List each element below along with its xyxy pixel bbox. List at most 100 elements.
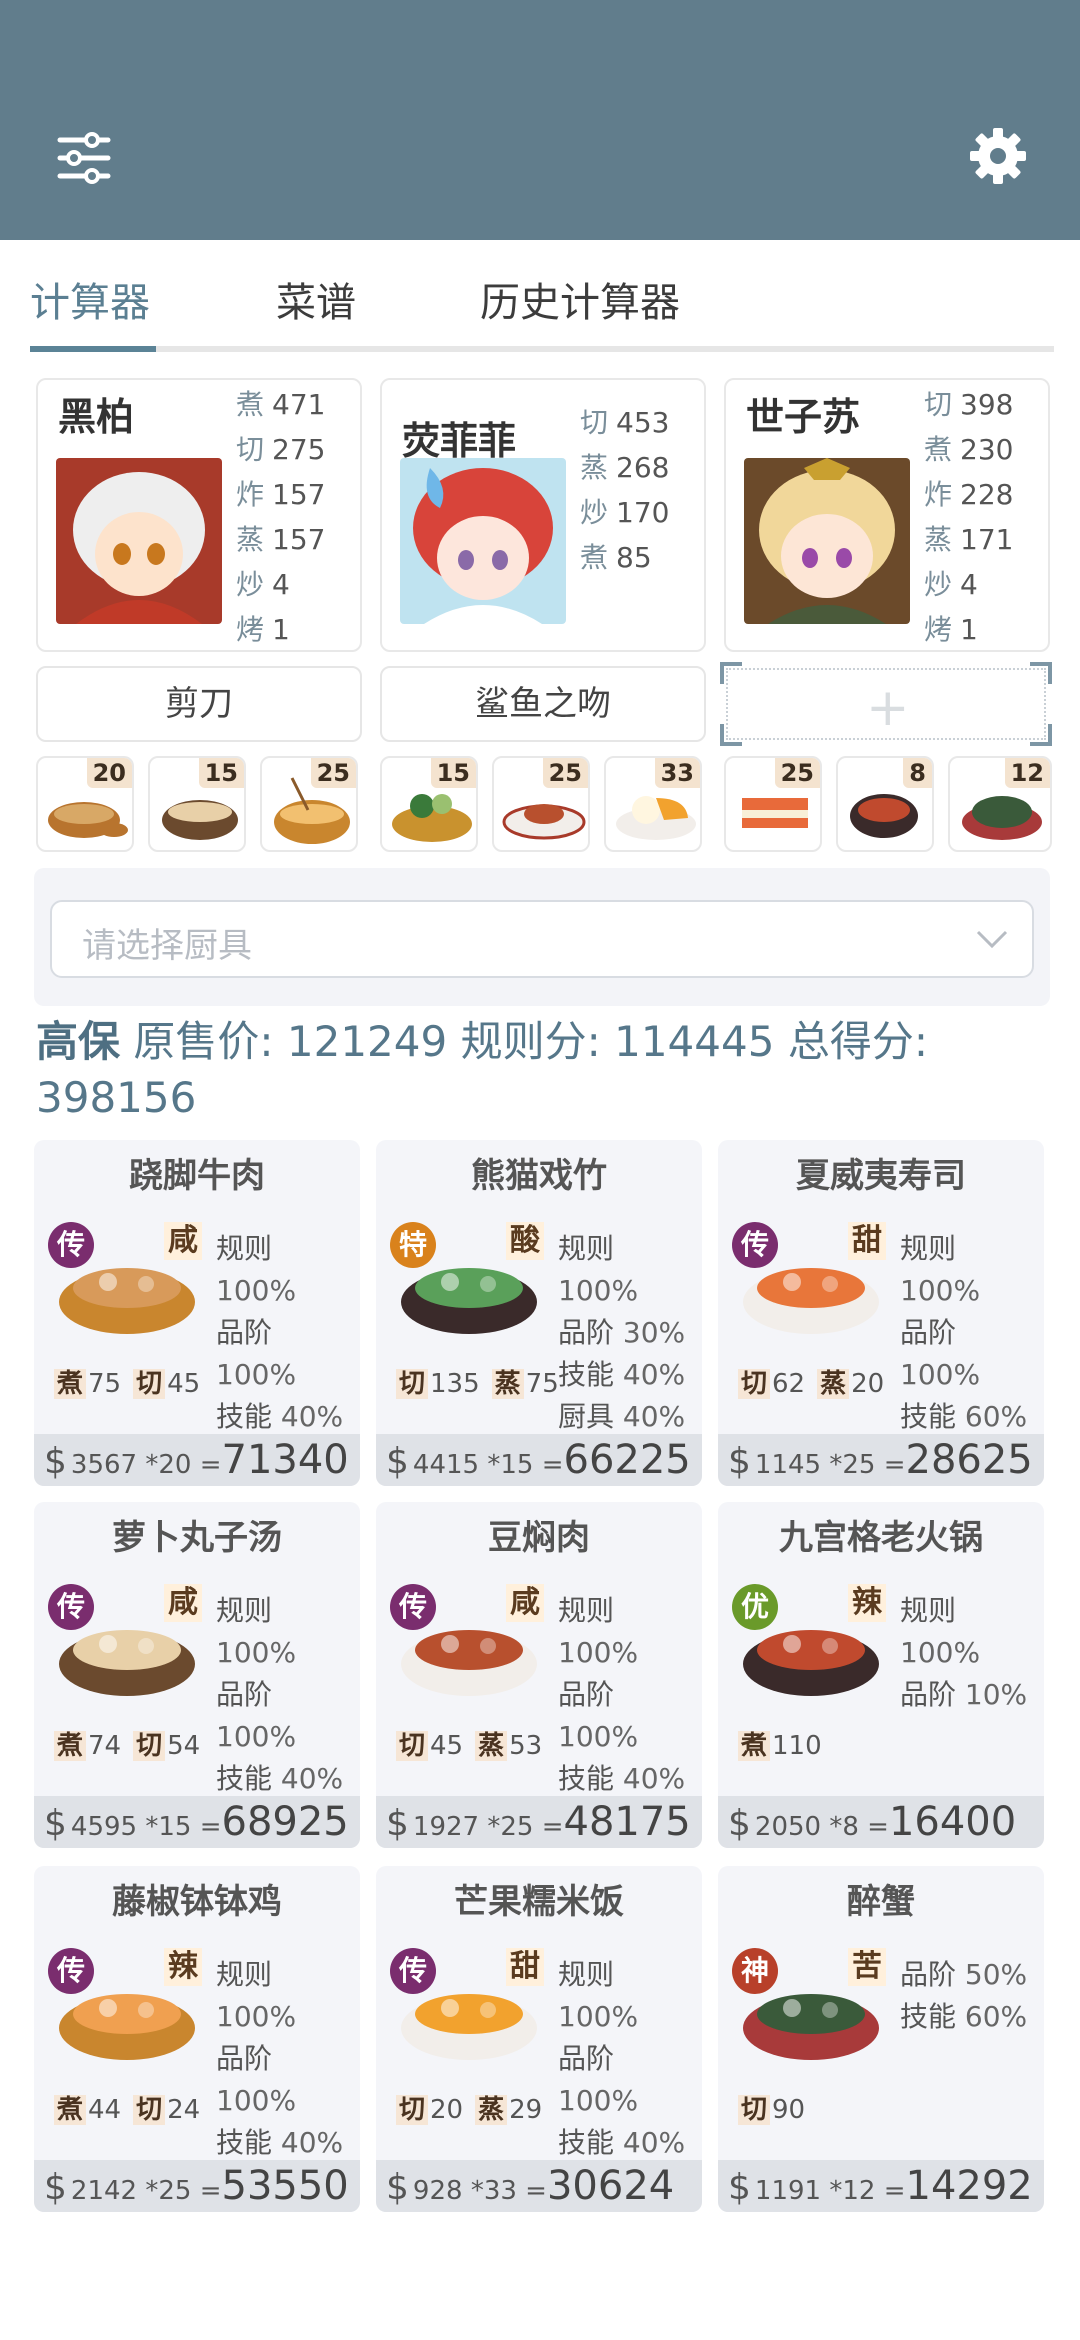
equals-sign: =	[867, 1812, 889, 1842]
dish-card[interactable]: 芒果糯米饭 传 甜 规则 100%品阶 100%技能 40%厨具 40% 切20…	[376, 1866, 702, 2212]
app-header	[0, 0, 1080, 240]
kitchenware-select[interactable]: 请选择厨具	[50, 900, 1034, 978]
equals-sign: =	[541, 1812, 564, 1842]
dish-total: 16400	[888, 1799, 1017, 1845]
quantity: *25	[829, 1450, 876, 1480]
dish-card[interactable]: 萝卜丸子汤 传 咸 规则 100%品阶 100%技能 40%厨具 5% 煮74切…	[34, 1502, 360, 1848]
flavor-tag: 咸	[164, 1222, 202, 1260]
dish-price-row: $4595 *15 =68925	[34, 1796, 360, 1848]
dish-thumb[interactable]: 25	[724, 756, 822, 852]
tab-recipes[interactable]: 菜谱	[276, 270, 356, 328]
rule-line: 技能 60%	[900, 2000, 1028, 2033]
dish-card[interactable]: 豆焖肉 传 咸 规则 100%品阶 100%技能 40%厨具 40% 切45蒸5…	[376, 1502, 702, 1848]
summary-total-value: 398156	[36, 1073, 197, 1122]
sliders-icon[interactable]	[56, 130, 112, 186]
score-summary: 高保 原售价: 121249 规则分: 114445 总得分: 398156	[36, 1014, 1036, 1126]
dish-card[interactable]: 藤椒钵钵鸡 传 辣 规则 100% 品阶 100% 技能 40% 煮 44 切 24 $2…	[34, 1866, 360, 2212]
plus-icon: +	[866, 678, 910, 738]
dish-skills: 切 135 蒸 75	[396, 1364, 571, 1404]
tool-slot-scissors[interactable]: 剪刀	[36, 666, 362, 742]
dollar-icon: $	[44, 1803, 67, 1844]
dish-thumb[interactable]: 8	[836, 756, 934, 852]
chef-name: 荧菲菲	[402, 419, 517, 463]
chef-card[interactable]: 黑柏 煮 471 切 275 炸 157 蒸 157 炒4 烤1	[36, 378, 362, 652]
dish-price-row: $3567 *20 =71340	[34, 1434, 360, 1486]
rarity-badge: 特	[390, 1222, 436, 1268]
summary-total-label: 总得分:	[787, 1017, 928, 1066]
flavor-tag: 甜	[848, 1222, 886, 1260]
add-tool-button[interactable]: +	[720, 662, 1052, 746]
chef-card[interactable]: 世子苏 切 398 煮 230 炸 228 蒸 171 炒4 烤1	[724, 378, 1050, 652]
corner-bracket	[1030, 662, 1052, 684]
dish-price-row: $4415 *15 =66225	[376, 1434, 702, 1486]
chef-portrait	[400, 458, 566, 624]
rule-line: 规则 100%	[558, 1958, 639, 2033]
skill-value: 20	[430, 2095, 464, 2125]
dollar-icon: $	[386, 1441, 409, 1482]
skill-tag: 蒸	[817, 1369, 850, 1399]
chef-card[interactable]: 荧菲菲 切 453 蒸 268 炒 170 煮 85	[380, 378, 706, 652]
dish-total: 68925	[221, 1799, 349, 1845]
skill-value: 29	[509, 2095, 543, 2125]
dish-skills: 切 90	[738, 2090, 817, 2130]
chevron-down-icon	[976, 930, 1008, 949]
corner-bracket	[720, 662, 742, 684]
flavor-tag: 辣	[848, 1584, 886, 1622]
rule-line: 技能 60%	[900, 1400, 1028, 1433]
rule-line: 技能 40%	[216, 2126, 344, 2159]
quantity: *33	[470, 2176, 517, 2206]
gear-icon[interactable]	[968, 126, 1028, 186]
skill-tag: 切	[133, 1369, 166, 1399]
dish-card[interactable]: 跷脚牛肉 传 咸 规则 100% 品阶 100% 技能 40% 煮 75 切 45 $35…	[34, 1140, 360, 1486]
rule-line: 品阶 10%	[900, 1678, 1028, 1711]
dish-title: 夏威夷寿司	[796, 1156, 966, 1196]
skill-tag: 切	[396, 1369, 429, 1399]
dish-thumb[interactable]: 25	[260, 756, 358, 852]
tab-active-indicator	[30, 346, 156, 352]
dish-card[interactable]: 九宫格老火锅 优 辣 规则 100% 品阶 10% 煮 110 $2050 *8 =…	[718, 1502, 1044, 1848]
skill-value: 62	[772, 1369, 806, 1399]
tab-history-calculator[interactable]: 历史计算器	[480, 270, 680, 328]
dish-card[interactable]: 夏威夷寿司 传 甜 规则 100% 品阶 100% 技能 60% 切 62 蒸 20 $1…	[718, 1140, 1044, 1486]
dish-thumb[interactable]: 15	[148, 756, 246, 852]
dish-total: 14292	[905, 2163, 1033, 2209]
dish-skills: 煮 110	[738, 1726, 834, 1766]
skill-tag: 蒸	[491, 1369, 524, 1399]
dish-thumb[interactable]: 12	[948, 756, 1052, 852]
skill-value: 110	[772, 1731, 822, 1761]
dish-thumb[interactable]: 15	[380, 756, 478, 852]
flavor-tag: 辣	[164, 1948, 202, 1986]
quantity: *25	[487, 1812, 534, 1842]
dollar-icon: $	[386, 1803, 409, 1844]
dish-title: 醉蟹	[847, 1882, 915, 1922]
skill-tag: 煮	[54, 2095, 87, 2125]
rarity-badge: 传	[48, 1222, 94, 1268]
dish-title: 跷脚牛肉	[129, 1156, 265, 1196]
unit-price: 4595	[70, 1812, 138, 1842]
quantity: *20	[145, 1450, 192, 1480]
corner-bracket	[1030, 724, 1052, 746]
flavor-tag: 咸	[164, 1584, 202, 1622]
dish-count-badge: 25	[774, 758, 820, 788]
dish-price-row: $1145 *25 =28625	[718, 1434, 1044, 1486]
dish-price-row: $2142 *25 =53550	[34, 2160, 360, 2212]
rule-line: 技能 40%	[558, 1762, 686, 1795]
tab-calculator[interactable]: 计算器	[30, 270, 150, 328]
rarity-badge: 传	[48, 1948, 94, 1994]
dish-total: 48175	[563, 1799, 691, 1845]
equals-sign: =	[525, 2176, 547, 2206]
dish-thumb[interactable]: 20	[36, 756, 134, 852]
flavor-tag: 咸	[506, 1584, 544, 1622]
dish-thumb[interactable]: 33	[604, 756, 702, 852]
tool-slot-shark-kiss[interactable]: 鲨鱼之吻	[380, 666, 706, 742]
unit-price: 2050	[754, 1812, 822, 1842]
dish-card[interactable]: 熊猫戏竹 特 酸 规则 100% 品阶 30% 技能 40% 厨具 40% 切 135 蒸…	[376, 1140, 702, 1486]
dish-count-badge: 25	[310, 758, 356, 788]
rule-line: 规则 100%	[216, 1958, 297, 2033]
dish-thumb[interactable]: 25	[492, 756, 590, 852]
dish-card[interactable]: 醉蟹 神 苦 品阶 50% 技能 60% 切 90 $1191 *12 =14292	[718, 1866, 1044, 2212]
dish-skills: 切 62 蒸 20	[738, 1364, 896, 1404]
dish-rules: 规则 100% 品阶 10%	[900, 1590, 1044, 1716]
dish-title: 熊猫戏竹	[471, 1156, 607, 1196]
rarity-badge: 神	[732, 1948, 778, 1994]
